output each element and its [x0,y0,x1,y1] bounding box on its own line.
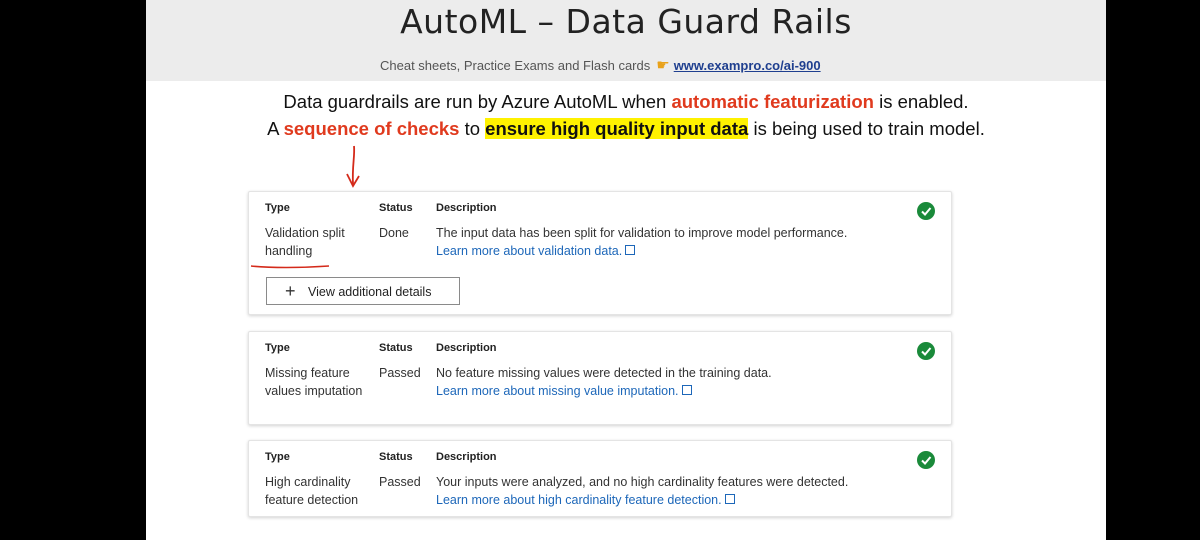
description-value: Your inputs were analyzed, and no high c… [436,473,848,509]
status-value: Passed [379,366,421,380]
annotation-underline [250,265,330,269]
status-value: Done [379,226,409,240]
intro-text: is enabled. [873,91,969,112]
description-header: Description [436,342,497,354]
intro-emphasis: automatic featurization [671,91,874,112]
type-value: Validation split handling [265,226,345,258]
check-icon [917,342,935,360]
intro-text: A [267,118,284,139]
intro-line-2: A sequence of checks to ensure high qual… [146,118,1106,140]
guardrail-card-validation: Type Status Description Validation split… [248,191,952,315]
description-text: Your inputs were analyzed, and no high c… [436,475,849,489]
learn-more-link[interactable]: Learn more about validation data. [436,242,847,260]
status-header: Status [379,202,413,214]
intro-text: is being used to train model. [748,118,985,139]
type-header: Type [265,342,290,354]
intro-text: Data guardrails are run by Azure AutoML … [283,91,672,112]
type-value: Missing feature values imputation [265,366,363,398]
intro-emphasis: sequence of checks [283,118,460,139]
learn-more-text[interactable]: Learn more about validation data. [436,244,622,258]
subline-text: Cheat sheets, Practice Exams and Flash c… [380,58,651,73]
learn-more-text[interactable]: Learn more about missing value imputatio… [436,384,679,398]
description-value: The input data has been split for valida… [436,224,847,260]
slide-title: AutoML – Data Guard Rails [400,2,852,41]
intro-highlight: ensure high quality input data [485,118,749,139]
subline: Cheat sheets, Practice Exams and Flash c… [380,56,821,74]
description-header: Description [436,451,497,463]
slide: AutoML – Data Guard Rails Cheat sheets, … [146,0,1106,540]
intro-text: to [459,118,486,139]
guardrail-card-cardinality: Type Status Description High cardinality… [248,440,952,517]
guardrail-card-missing-values: Type Status Description Missing feature … [248,331,952,425]
exampro-link[interactable]: www.exampro.co/ai-900 [674,58,821,73]
check-icon [917,451,935,469]
pointing-hand-icon: ☛ [656,57,670,74]
type-header: Type [265,202,290,214]
view-details-button[interactable]: + View additional details [266,277,460,305]
intro-line-1: Data guardrails are run by Azure AutoML … [146,91,1106,113]
learn-more-text[interactable]: Learn more about high cardinality featur… [436,493,722,507]
external-link-icon [681,385,692,395]
status-header: Status [379,342,413,354]
learn-more-link[interactable]: Learn more about high cardinality featur… [436,491,848,509]
status-value: Passed [379,475,421,489]
description-text: No feature missing values were detected … [436,366,772,380]
type-value: High cardinality feature detection [265,475,359,507]
description-value: No feature missing values were detected … [436,364,772,400]
external-link-icon [625,245,636,255]
check-icon [917,202,935,220]
annotation-arrow-icon [346,145,360,188]
learn-more-link[interactable]: Learn more about missing value imputatio… [436,382,772,400]
view-details-label: View additional details [308,285,432,299]
header-band: AutoML – Data Guard Rails Cheat sheets, … [146,0,1106,81]
plus-icon: + [285,281,296,301]
status-header: Status [379,451,413,463]
description-header: Description [436,202,497,214]
type-header: Type [265,451,290,463]
description-text: The input data has been split for valida… [436,226,848,240]
external-link-icon [724,494,735,504]
